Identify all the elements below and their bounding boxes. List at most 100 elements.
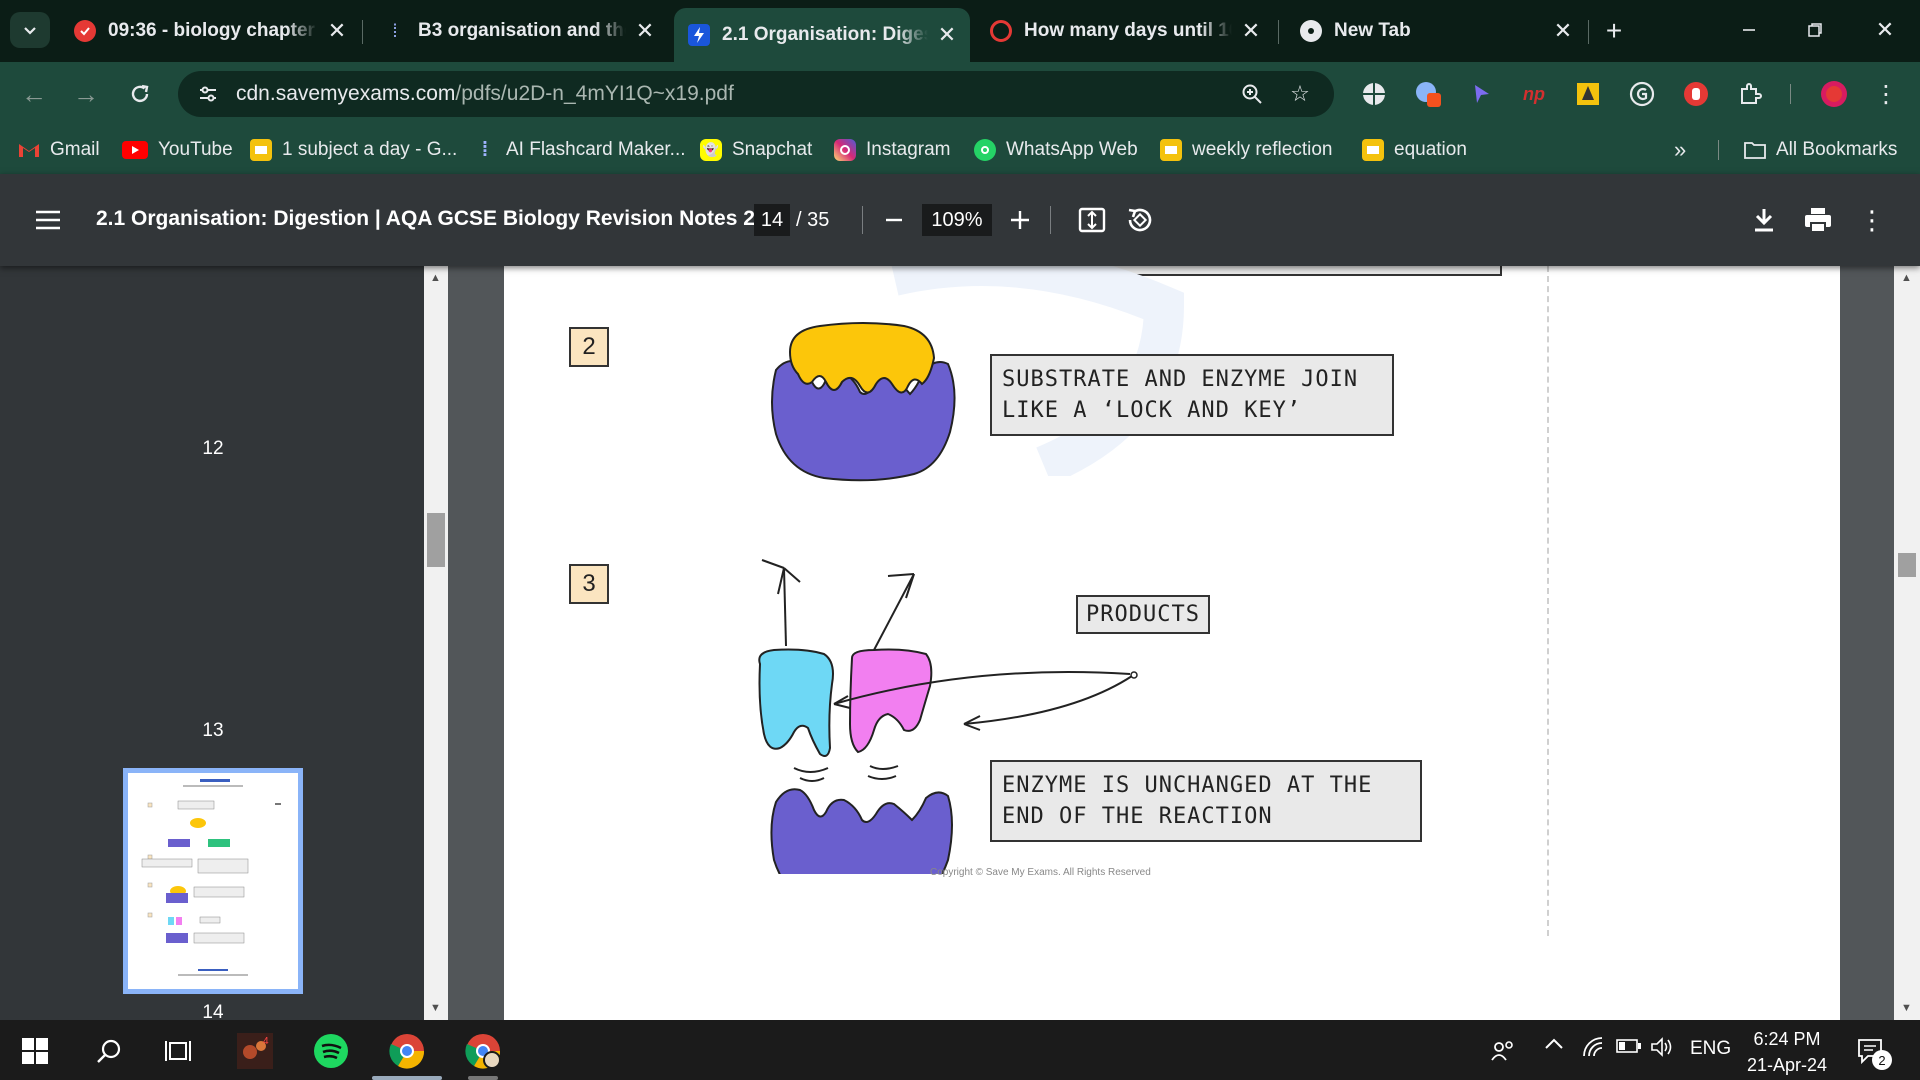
language-indicator[interactable]: ENG <box>1690 1038 1731 1060</box>
download-button[interactable] <box>1746 202 1782 238</box>
browser-menu-icon[interactable]: ⋮ <box>1870 78 1902 110</box>
close-icon[interactable]: ✕ <box>324 18 350 44</box>
slides-icon <box>1362 139 1384 161</box>
extensions-puzzle-icon[interactable] <box>1734 78 1766 110</box>
scroll-up-arrow-icon[interactable]: ▲ <box>430 272 441 284</box>
notification-count-badge: 2 <box>1872 1050 1892 1070</box>
people-icon[interactable] <box>1482 1030 1524 1072</box>
system-clock[interactable]: 6:24 PM 21-Apr-24 <box>1728 1026 1846 1078</box>
spotify-icon[interactable] <box>310 1030 352 1072</box>
sidebar-toggle-button[interactable] <box>30 202 66 238</box>
fit-to-page-button[interactable] <box>1074 202 1110 238</box>
wifi-icon[interactable] <box>1582 1036 1604 1064</box>
forward-button[interactable]: → <box>66 74 106 114</box>
bookmark-ai-flashcard[interactable]: ⁞ AI Flashcard Maker... <box>474 136 686 164</box>
thumbnail-label-12[interactable]: 12 <box>190 438 236 460</box>
bookmark-label: Gmail <box>50 139 100 160</box>
tab-biology-chapter[interactable]: 09:36 - biology chapter 3 ✕ <box>60 10 360 52</box>
close-icon[interactable]: ✕ <box>934 22 960 48</box>
whatsapp-icon <box>974 139 996 161</box>
gmail-icon <box>18 139 40 161</box>
profile-avatar[interactable] <box>1818 78 1850 110</box>
tab-title: How many days until 10th <box>1024 20 1232 41</box>
zoom-out-button[interactable] <box>876 202 912 238</box>
sidebar-scrollbar[interactable]: ▲ ▼ <box>424 266 448 1020</box>
scroll-down-arrow-icon[interactable]: ▼ <box>430 1002 441 1014</box>
reload-button[interactable] <box>120 74 160 114</box>
svg-text:4: 4 <box>263 1036 269 1047</box>
more-actions-button[interactable]: ⋮ <box>1854 202 1890 238</box>
notification-center-button[interactable]: 2 <box>1850 1030 1892 1072</box>
windows-taskbar: 4 ENG 6:24 PM 21-Apr-24 2 <box>0 1020 1920 1080</box>
bookmark-instagram[interactable]: Instagram <box>834 136 950 164</box>
all-bookmarks-button[interactable]: All Bookmarks <box>1744 136 1897 164</box>
extension-chrome-badge-icon[interactable] <box>1412 78 1444 110</box>
search-button[interactable] <box>88 1030 130 1072</box>
thumbnail-label-13[interactable]: 13 <box>190 720 236 742</box>
grammarly-icon[interactable] <box>1626 78 1658 110</box>
page-scrollbar[interactable]: ▲ ▼ <box>1894 266 1920 1020</box>
extension-yellow-icon[interactable] <box>1572 78 1604 110</box>
tab-new-tab[interactable]: New Tab ✕ <box>1286 10 1586 52</box>
close-icon[interactable]: ✕ <box>1550 18 1576 44</box>
close-icon[interactable]: ✕ <box>632 18 658 44</box>
arrow-left-icon: ← <box>21 78 47 109</box>
extension-hand-icon[interactable] <box>1680 78 1712 110</box>
tab-days-until[interactable]: How many days until 10th ✕ <box>976 10 1274 52</box>
bookmark-label: Instagram <box>866 139 951 160</box>
site-info-icon[interactable] <box>192 78 224 110</box>
bookmark-whatsapp[interactable]: WhatsApp Web <box>974 136 1138 164</box>
extension-cursor-icon[interactable] <box>1466 78 1498 110</box>
bookmark-star-icon[interactable]: ☆ <box>1284 78 1316 110</box>
fit-page-icon <box>1078 207 1106 233</box>
zoom-in-button[interactable] <box>1002 202 1038 238</box>
zoom-icon[interactable] <box>1236 78 1268 110</box>
scroll-down-arrow-icon[interactable]: ▼ <box>1901 1002 1912 1014</box>
address-bar[interactable]: cdn.savemyexams.com/pdfs/u2D-n_4mYI1Q~x1… <box>178 71 1334 117</box>
chrome-taskbar-icon[interactable] <box>386 1030 428 1072</box>
page-number-input[interactable]: 14 <box>754 204 790 236</box>
bookmark-gmail[interactable]: Gmail <box>18 136 100 164</box>
bookmark-weekly-reflection[interactable]: weekly reflection <box>1160 136 1332 164</box>
minimize-icon <box>1743 29 1755 31</box>
back-button[interactable]: ← <box>14 74 54 114</box>
tab-separator <box>1588 20 1589 44</box>
extension-np-icon[interactable]: np <box>1518 78 1550 110</box>
bookmark-snapchat[interactable]: 👻 Snapchat <box>700 136 812 164</box>
step-number-3: 3 <box>569 564 609 604</box>
download-icon <box>1755 209 1773 232</box>
print-button[interactable] <box>1800 202 1836 238</box>
page-scroll-thumb[interactable] <box>1898 553 1916 577</box>
thumbnail-page-14[interactable] <box>123 768 303 994</box>
task-view-button[interactable] <box>158 1030 200 1072</box>
bookmark-youtube[interactable]: YouTube <box>122 136 233 164</box>
sidebar-scroll-thumb[interactable] <box>427 513 445 567</box>
rotate-button[interactable] <box>1122 202 1158 238</box>
minimize-button[interactable] <box>1724 10 1774 50</box>
chrome-icon <box>1300 20 1322 42</box>
product-a-shape <box>758 648 834 757</box>
new-tab-button[interactable]: + <box>1597 14 1631 48</box>
close-icon[interactable]: ✕ <box>1238 18 1264 44</box>
bookmark-1-subject-a-day[interactable]: 1 subject a day - G... <box>250 136 457 164</box>
thumbnail-label-14[interactable]: 14 <box>190 1002 236 1020</box>
bookmarks-overflow-button[interactable]: » <box>1674 136 1686 164</box>
close-window-button[interactable]: ✕ <box>1860 10 1910 50</box>
start-button[interactable] <box>14 1030 56 1072</box>
zoom-level-input[interactable]: 109% <box>922 204 992 236</box>
volume-icon[interactable] <box>1650 1036 1674 1064</box>
battery-icon[interactable] <box>1616 1038 1642 1060</box>
game-app-icon[interactable]: 4 <box>234 1030 276 1072</box>
restore-button[interactable] <box>1790 10 1840 50</box>
tab-b3-organisation[interactable]: ⁞ B3 organisation and the ✕ <box>370 10 668 52</box>
extension-globe-icon[interactable] <box>1358 78 1390 110</box>
thumbnail-preview <box>141 779 281 976</box>
show-hidden-icons-chevron-up-icon[interactable] <box>1544 1034 1564 1056</box>
chrome-profile-taskbar-icon[interactable] <box>462 1030 504 1072</box>
bookmark-equation[interactable]: equation <box>1362 136 1467 164</box>
bookmark-label: Snapchat <box>732 139 813 160</box>
tab-search-button[interactable] <box>10 12 50 48</box>
tab-organisation-digestion[interactable]: 2.1 Organisation: Digestion ✕ <box>674 8 970 62</box>
scroll-up-arrow-icon[interactable]: ▲ <box>1901 272 1912 284</box>
folder-icon <box>1744 139 1766 161</box>
